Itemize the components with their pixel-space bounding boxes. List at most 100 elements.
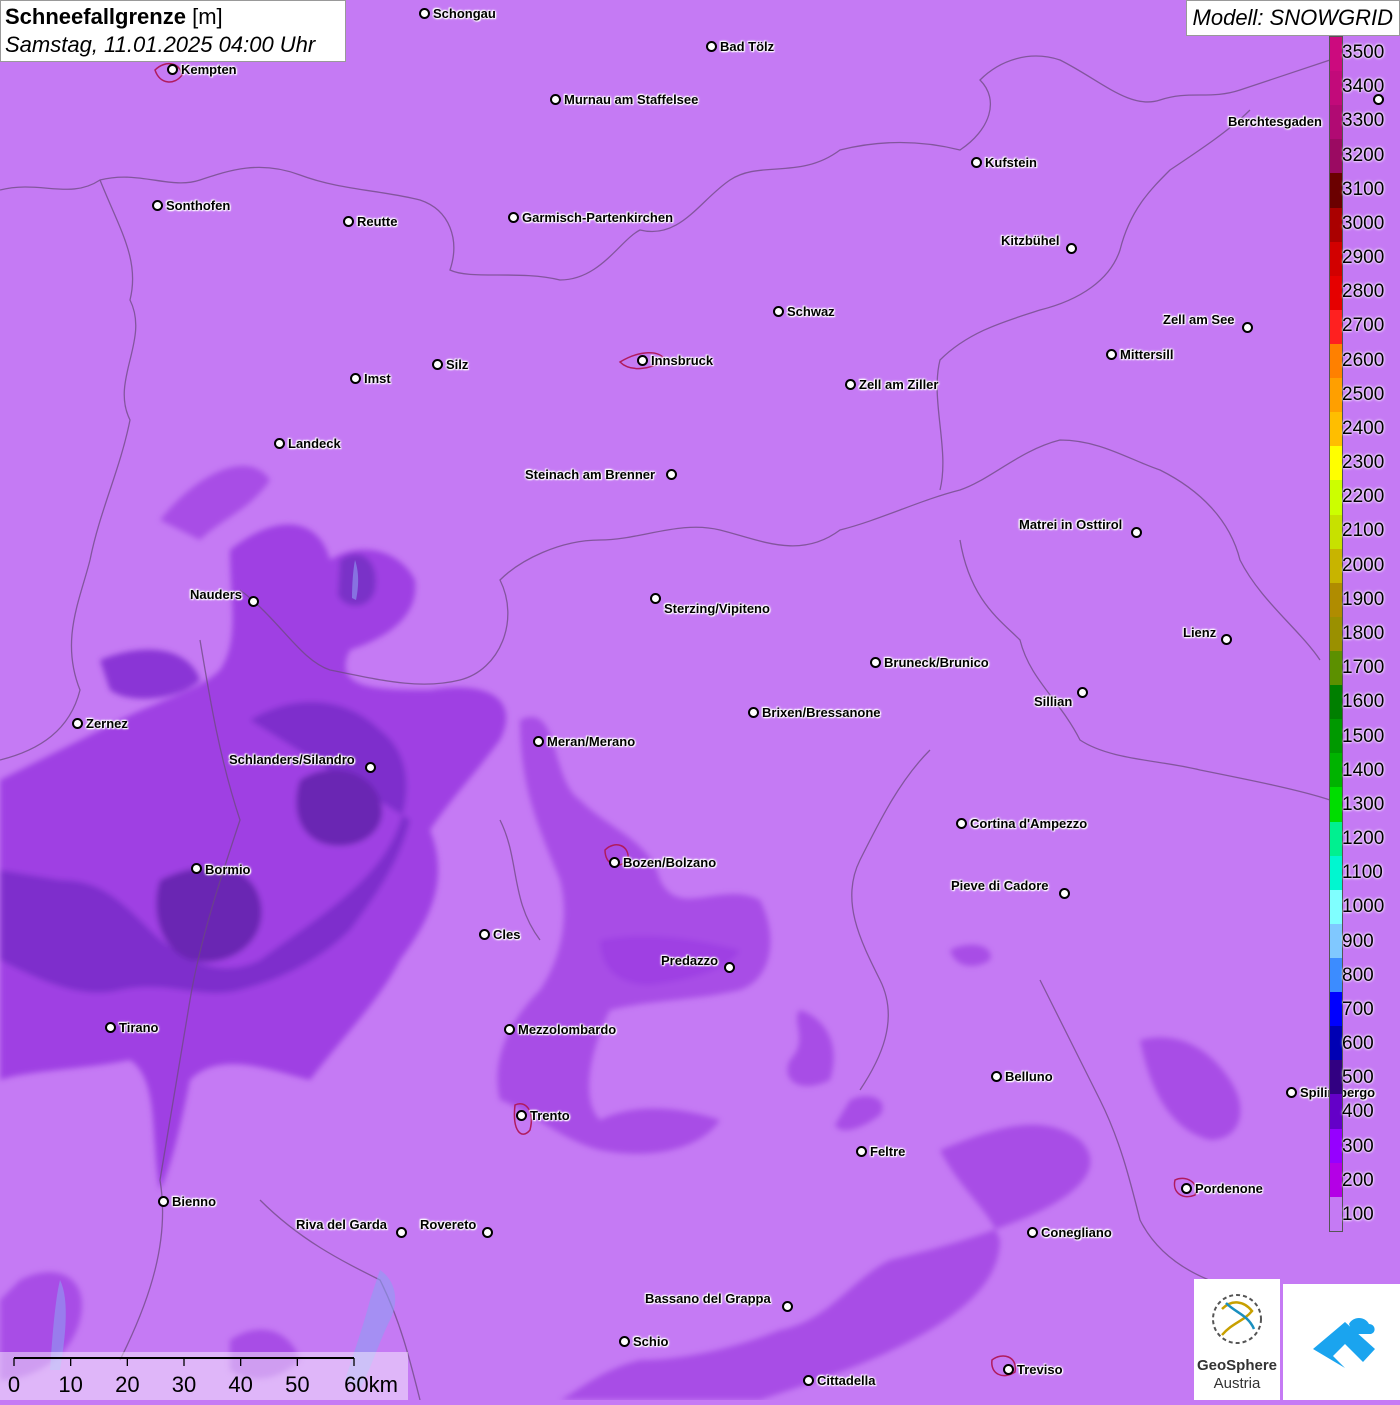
legend-label: 1800 [1342, 623, 1385, 644]
scale-tick-label: 20 [115, 1372, 140, 1397]
legend-label: 900 [1342, 930, 1374, 952]
city-marker-icon [971, 157, 982, 168]
legend-color-swatch [1330, 821, 1342, 856]
city-label: Feltre [870, 1144, 906, 1159]
city-label: Zell am See [1163, 312, 1235, 327]
city-marker-icon [1286, 1087, 1297, 1098]
city-label: Mittersill [1120, 347, 1174, 362]
legend-label: 2300 [1342, 452, 1385, 474]
city-label: Kitzbühel [1001, 233, 1060, 248]
legend-label: 1000 [1342, 896, 1385, 918]
city-label: Conegliano [1041, 1225, 1112, 1240]
city-label: Nauders [190, 587, 243, 602]
legend-color-swatch [1330, 241, 1342, 276]
city-marker-icon [191, 863, 202, 874]
legend-color-swatch [1330, 889, 1342, 924]
scale-tick-label: 10 [58, 1372, 83, 1397]
legend-color-swatch [1330, 446, 1342, 481]
city-label: Kufstein [985, 155, 1037, 170]
legend-color-swatch [1330, 275, 1342, 310]
legend-label: 3300 [1342, 110, 1385, 132]
city-marker-icon [650, 593, 661, 604]
city-marker-icon [782, 1301, 793, 1312]
legend-label: 3400 [1342, 76, 1385, 98]
city-marker-icon [856, 1146, 867, 1157]
city-label: Predazzo [661, 953, 719, 968]
legend-color-swatch [1330, 1162, 1342, 1197]
legend-label: 1300 [1342, 793, 1385, 815]
city-label: Belluno [1005, 1069, 1053, 1084]
city-label: Rovereto [420, 1217, 477, 1232]
city-label: Landeck [288, 436, 341, 451]
legend-label: 800 [1342, 964, 1374, 986]
city-label: Bruneck/Brunico [884, 655, 989, 670]
city-marker-icon [248, 596, 259, 607]
map-title: Schneefallgrenze [5, 4, 186, 29]
legend-label: 1200 [1342, 828, 1385, 850]
legend-color-swatch [1330, 548, 1342, 583]
city-label: Bozen/Bolzano [623, 855, 717, 870]
title-line: Schneefallgrenze [m] [5, 3, 341, 31]
scale-tick-label: 50 [285, 1372, 310, 1397]
city-label: Riva del Garda [296, 1217, 388, 1232]
city-label: Pieve di Cadore [951, 878, 1049, 893]
legend-label: 2400 [1342, 417, 1385, 439]
scale-tick-label: 60km [344, 1372, 398, 1397]
city-label: Cittadella [817, 1373, 876, 1388]
legend-label: 2700 [1342, 315, 1385, 337]
city-label: Matrei in Osttirol [1019, 517, 1123, 532]
scale-tick-label: 40 [228, 1372, 253, 1397]
legend-color-swatch [1330, 923, 1342, 958]
map-datetime: Samstag, 11.01.2025 04:00 Uhr [5, 32, 316, 57]
city-label: Bad Tölz [720, 39, 775, 54]
city-label: Garmisch-Partenkirchen [522, 210, 674, 225]
legend-label: 3200 [1342, 144, 1385, 166]
city-label: Reutte [357, 214, 398, 229]
legend-color-swatch [1330, 71, 1342, 106]
city-label: Murnau am Staffelsee [564, 92, 699, 107]
legend-color-swatch [1330, 992, 1342, 1027]
legend-color-swatch [1330, 207, 1342, 242]
city-label: Bassano del Grappa [645, 1291, 771, 1306]
scale-tick-label: 0 [7, 1372, 21, 1397]
legend-label: 1600 [1342, 691, 1385, 713]
city-marker-icon [803, 1375, 814, 1386]
city-label: Silz [446, 357, 469, 372]
map-unit: [m] [192, 4, 223, 29]
legend-color-swatch [1330, 1094, 1342, 1129]
legend-color-swatch [1330, 412, 1342, 447]
mountain-arrow-icon [1313, 1318, 1375, 1368]
city-marker-icon [516, 1110, 527, 1121]
city-marker-icon [396, 1227, 407, 1238]
model-label: Modell: SNOWGRID [1192, 5, 1393, 30]
legend-label: 600 [1342, 1033, 1374, 1055]
legend-label: 2200 [1342, 486, 1385, 508]
city-label: Pordenone [1195, 1181, 1263, 1196]
city-marker-icon [350, 373, 361, 384]
city-label: Tirano [119, 1020, 159, 1035]
city-label: Lienz [1183, 625, 1217, 640]
city-label: Bienno [172, 1194, 217, 1209]
legend-color-swatch [1330, 514, 1342, 549]
city-label: Cortina d'Ampezzo [970, 816, 1088, 831]
legend-label: 400 [1342, 1101, 1374, 1123]
legend-color-swatch [1330, 616, 1342, 651]
legend-color-swatch [1330, 685, 1342, 720]
legend-color-swatch [1330, 1026, 1342, 1061]
city-label: Bormio [205, 862, 251, 877]
city-label: Steinach am Brenner [525, 467, 656, 482]
legend-label: 2500 [1342, 383, 1385, 405]
city-marker-icon [274, 438, 285, 449]
city-marker-icon [1221, 634, 1232, 645]
legend-label: 3000 [1342, 212, 1385, 234]
legend-color-swatch [1330, 37, 1342, 72]
city-marker-icon [1181, 1183, 1192, 1194]
city-marker-icon [365, 762, 376, 773]
city-marker-icon [1066, 243, 1077, 254]
city-label: Imst [364, 371, 391, 386]
legend-label: 700 [1342, 998, 1374, 1020]
city-marker-icon [773, 306, 784, 317]
city-label: Sterzing/Vipiteno [664, 601, 770, 616]
title-box: Schneefallgrenze [m] Samstag, 11.01.2025… [0, 0, 346, 62]
city-label: Treviso [1017, 1362, 1063, 1377]
